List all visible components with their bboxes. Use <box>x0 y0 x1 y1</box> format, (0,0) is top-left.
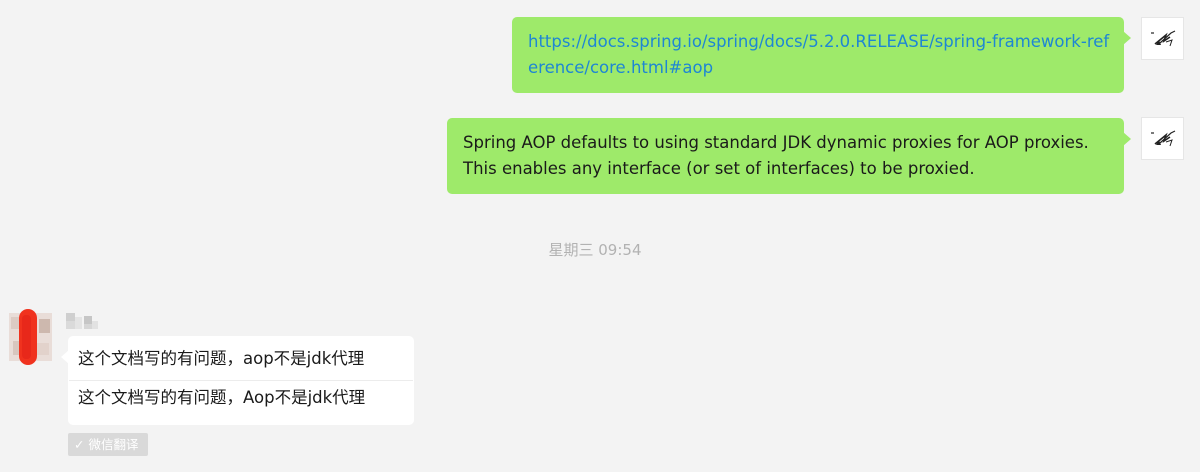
outgoing-text-message[interactable]: Spring AOP defaults to using standard JD… <box>447 118 1131 194</box>
message-link[interactable]: https://docs.spring.io/spring/docs/5.2.0… <box>528 32 1109 77</box>
self-avatar-icon[interactable] <box>1141 17 1184 60</box>
message-translation: 这个文档写的有问题，Aop不是jdk代理 <box>78 388 366 407</box>
incoming-text-message[interactable]: 这个文档写的有问题，aop不是jdk代理 这个文档写的有问题，Aop不是jdk代… <box>61 336 414 425</box>
self-avatar-icon[interactable] <box>1141 117 1184 160</box>
translate-badge-label: 微信翻译 <box>88 437 139 452</box>
sender-name-redacted <box>66 313 100 329</box>
message-text-line: Spring AOP defaults to using standard JD… <box>463 133 1089 152</box>
check-icon: ✓ <box>74 437 85 452</box>
message-text: 这个文档写的有问题，aop不是jdk代理 <box>78 349 365 368</box>
peer-avatar-icon[interactable] <box>9 309 52 365</box>
message-timestamp: 星期三 09:54 <box>548 241 642 259</box>
wechat-translate-badge[interactable]: ✓ 微信翻译 <box>68 433 148 456</box>
message-text-line: This enables any interface (or set of in… <box>463 159 975 178</box>
outgoing-link-message[interactable]: https://docs.spring.io/spring/docs/5.2.0… <box>512 17 1131 93</box>
